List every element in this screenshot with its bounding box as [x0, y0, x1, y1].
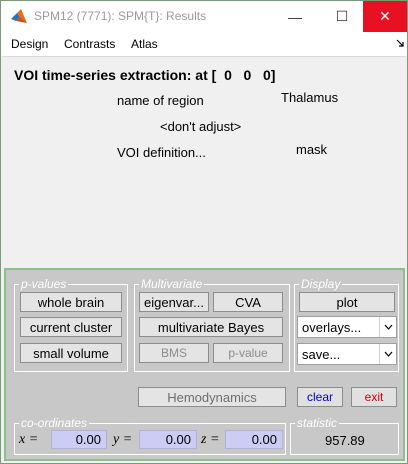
plot-button[interactable]: plot — [299, 292, 395, 312]
region-name-value[interactable]: Thalamus — [281, 90, 338, 105]
title-bar[interactable]: SPM12 (7771): SPM{T}: Results — ☐ ✕ — [1, 1, 407, 32]
pvalues-group: p-values whole brain current cluster sma… — [14, 277, 128, 372]
current-cluster-button[interactable]: current cluster — [20, 317, 122, 337]
chevron-down-icon — [379, 317, 396, 337]
chevron-down-icon — [379, 344, 396, 364]
maximize-button[interactable]: ☐ — [319, 1, 365, 32]
region-name-label: name of region — [117, 93, 204, 108]
y-coordinate-field[interactable]: 0.00 — [139, 430, 197, 449]
bms-button[interactable]: BMS — [139, 343, 209, 363]
menu-atlas[interactable]: Atlas — [131, 37, 158, 51]
save-select-value: save... — [302, 347, 341, 362]
statistic-title: statistic — [295, 416, 340, 430]
results-control-panel: p-values whole brain current cluster sma… — [4, 268, 405, 461]
pvalue-button[interactable]: p-value — [213, 343, 283, 363]
eigenvariate-button[interactable]: eigenvar... — [139, 292, 209, 312]
statistic-value: 957.89 — [325, 433, 365, 448]
multivariate-group: Multivariate eigenvar... CVA multivariat… — [134, 277, 290, 372]
voi-definition-value[interactable]: mask — [296, 142, 327, 157]
menu-design[interactable]: Design — [11, 37, 48, 51]
spm-results-window: SPM12 (7771): SPM{T}: Results — ☐ ✕ Desi… — [0, 0, 408, 464]
minimize-button[interactable]: — — [272, 1, 318, 32]
small-volume-button[interactable]: small volume — [20, 343, 122, 363]
close-button[interactable]: ✕ — [363, 1, 407, 32]
menu-contrasts[interactable]: Contrasts — [64, 37, 115, 51]
coordinates-group: co-ordinates x = 0.00 y = 0.00 z = 0.00 — [14, 416, 286, 455]
hemodynamics-button[interactable]: Hemodynamics — [138, 387, 286, 407]
exit-button[interactable]: exit — [351, 387, 397, 407]
x-coordinate-field[interactable]: 0.00 — [51, 430, 107, 449]
overlays-select-value: overlays... — [302, 320, 362, 335]
matlab-icon — [11, 9, 27, 23]
y-label: y = — [113, 432, 133, 447]
adjust-option[interactable]: <don't adjust> — [160, 119, 241, 134]
display-group: Display plot overlays... save... — [294, 277, 399, 372]
multivariate-bayes-button[interactable]: multivariate Bayes — [139, 317, 283, 337]
z-coordinate-field[interactable]: 0.00 — [225, 430, 283, 449]
window-title: SPM12 (7771): SPM{T}: Results — [34, 9, 207, 23]
menu-bar: Design Contrasts Atlas — [1, 32, 407, 56]
whole-brain-button[interactable]: whole brain — [20, 292, 122, 312]
coordinates-title: co-ordinates — [19, 416, 90, 430]
save-select[interactable]: save... — [297, 343, 397, 365]
z-label: z = — [201, 432, 220, 447]
multivariate-title: Multivariate — [139, 277, 205, 291]
voi-dialog: VOI time-series extraction: at [ 0 0 0] … — [2, 56, 406, 266]
overlays-select[interactable]: overlays... — [297, 316, 397, 338]
pvalues-title: p-values — [19, 277, 69, 291]
dialog-title: VOI time-series extraction: at [ 0 0 0] — [14, 67, 276, 83]
x-label: x = — [19, 432, 39, 447]
clear-button[interactable]: clear — [297, 387, 343, 407]
voi-definition-label: VOI definition... — [117, 145, 206, 160]
statistic-group: statistic 957.89 — [290, 416, 399, 455]
display-title: Display — [299, 277, 343, 291]
chevron-icon[interactable] — [396, 39, 404, 47]
cva-button[interactable]: CVA — [213, 292, 283, 312]
